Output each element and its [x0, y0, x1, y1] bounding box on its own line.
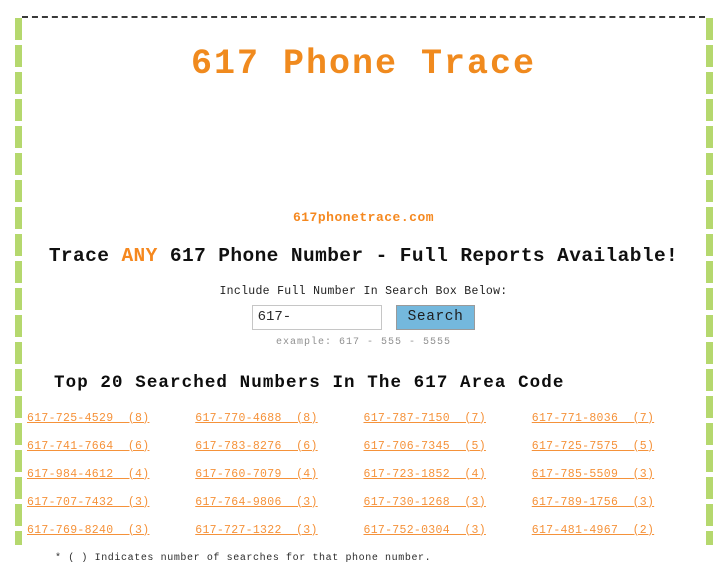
phone-number-link[interactable]: 617-727-1322 (3) [195, 524, 317, 537]
phone-number-link[interactable]: 617-481-4967 (2) [532, 524, 654, 537]
table-cell: 617-706-7345 (5) [364, 436, 532, 464]
table-row: 617-707-7432 (3) 617-764-9806 (3) 617-73… [27, 492, 700, 520]
table-cell: 617-723-1852 (4) [364, 464, 532, 492]
phone-number-link[interactable]: 617-785-5509 (3) [532, 468, 654, 481]
phone-number-link[interactable]: 617-741-7664 (6) [27, 440, 149, 453]
search-row: Search [27, 304, 700, 330]
search-instruction-label: Include Full Number In Search Box Below: [219, 284, 508, 298]
phone-number-link[interactable]: 617-764-9806 (3) [195, 496, 317, 509]
search-example-hint: example: 617 - 555 - 5555 [275, 336, 452, 348]
ad-placeholder-area [27, 84, 700, 210]
phone-number-link[interactable]: 617-706-7345 (5) [364, 440, 486, 453]
table-cell: 617-725-4529 (8) [27, 408, 195, 436]
table-cell: 617-770-4688 (8) [195, 408, 363, 436]
phone-number-link[interactable]: 617-787-7150 (7) [364, 412, 486, 425]
domain-name-text: 617phonetrace.com [292, 209, 435, 225]
table-row: 617-725-4529 (8) 617-770-4688 (8) 617-78… [27, 408, 700, 436]
tagline: Trace ANY 617 Phone Number - Full Report… [27, 225, 700, 267]
left-dashed-rail [15, 18, 22, 545]
table-cell: 617-769-8240 (3) [27, 520, 195, 548]
phone-number-link[interactable]: 617-707-7432 (3) [27, 496, 149, 509]
table-cell: 617-787-7150 (7) [364, 408, 532, 436]
table-cell: 617-481-4967 (2) [532, 520, 700, 548]
phone-number-link[interactable]: 617-725-7575 (5) [532, 440, 654, 453]
phone-number-link[interactable]: 617-789-1756 (3) [532, 496, 654, 509]
phone-number-link[interactable]: 617-752-0304 (3) [364, 524, 486, 537]
phone-number-link[interactable]: 617-760-7079 (4) [195, 468, 317, 481]
table-cell: 617-785-5509 (3) [532, 464, 700, 492]
tagline-suffix: 617 Phone Number - Full Reports Availabl… [157, 244, 679, 267]
phone-number-link[interactable]: 617-723-1852 (4) [364, 468, 486, 481]
page-frame: 617 Phone Trace 617phonetrace.com Trace … [0, 0, 727, 564]
top-numbers-table: 617-725-4529 (8) 617-770-4688 (8) 617-78… [27, 408, 700, 548]
table-cell: 617-725-7575 (5) [532, 436, 700, 464]
page-content: 617 Phone Trace 617phonetrace.com Trace … [27, 18, 700, 564]
table-cell: 617-771-8036 (7) [532, 408, 700, 436]
table-cell: 617-764-9806 (3) [195, 492, 363, 520]
search-button[interactable]: Search [395, 304, 476, 330]
table-cell: 617-730-1268 (3) [364, 492, 532, 520]
table-row: 617-984-4612 (4) 617-760-7079 (4) 617-72… [27, 464, 700, 492]
phone-number-link[interactable]: 617-769-8240 (3) [27, 524, 149, 537]
tagline-highlight: ANY [121, 244, 158, 267]
tagline-prefix: Trace [48, 244, 122, 267]
page-title: 617 Phone Trace [190, 44, 537, 84]
search-block: Include Full Number In Search Box Below:… [27, 267, 700, 348]
table-cell: 617-760-7079 (4) [195, 464, 363, 492]
phone-number-link[interactable]: 617-770-4688 (8) [195, 412, 317, 425]
table-row: 617-741-7664 (6) 617-783-8276 (6) 617-70… [27, 436, 700, 464]
table-cell: 617-707-7432 (3) [27, 492, 195, 520]
phone-number-link[interactable]: 617-725-4529 (8) [27, 412, 149, 425]
phone-number-link[interactable]: 617-783-8276 (6) [195, 440, 317, 453]
table-cell: 617-984-4612 (4) [27, 464, 195, 492]
top-numbers-heading: Top 20 Searched Numbers In The 617 Area … [54, 372, 565, 393]
table-cell: 617-727-1322 (3) [195, 520, 363, 548]
table-cell: 617-752-0304 (3) [364, 520, 532, 548]
phone-number-link[interactable]: 617-984-4612 (4) [27, 468, 149, 481]
phone-number-link[interactable]: 617-730-1268 (3) [364, 496, 486, 509]
table-cell: 617-783-8276 (6) [195, 436, 363, 464]
right-dashed-rail [706, 18, 713, 545]
table-footnote: * ( ) Indicates number of searches for t… [55, 552, 432, 564]
search-input[interactable] [251, 304, 382, 330]
table-cell: 617-741-7664 (6) [27, 436, 195, 464]
phone-number-link[interactable]: 617-771-8036 (7) [532, 412, 654, 425]
table-cell: 617-789-1756 (3) [532, 492, 700, 520]
table-row: 617-769-8240 (3) 617-727-1322 (3) 617-75… [27, 520, 700, 548]
